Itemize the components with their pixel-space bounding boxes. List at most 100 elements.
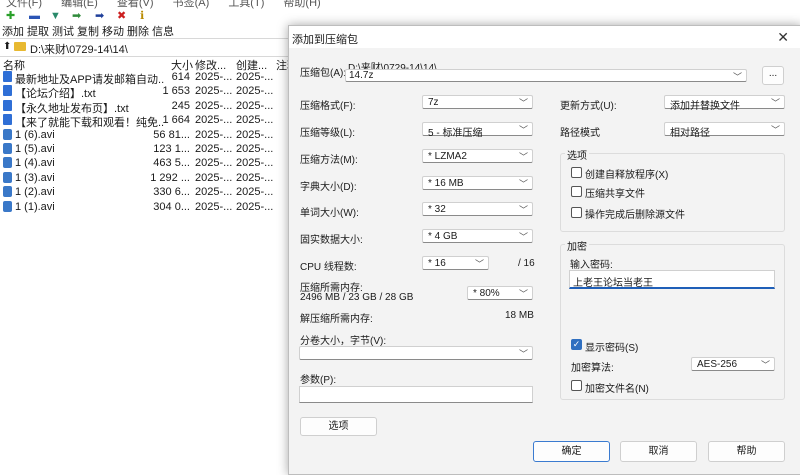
method-select[interactable]: * LZMA2 ﹀ [422, 149, 533, 163]
file-row[interactable]: 1 (4).avi 463 5... 2025-... 2025-... [0, 157, 300, 171]
delete-button[interactable]: 删除 [127, 26, 149, 38]
split-label: 分卷大小，字节(V): [300, 336, 387, 347]
file-row[interactable]: 最新地址及APP请发邮箱自动... 614 2025-... 2025-... [0, 71, 300, 86]
method-value: * LZMA2 [428, 151, 467, 162]
file-modified: 2025-... [195, 114, 233, 127]
file-row[interactable]: 1 (5).avi 123 1... 2025-... 2025-... [0, 143, 300, 157]
dict-select[interactable]: * 16 MB ﹀ [422, 176, 533, 190]
solid-value: * 4 GB [428, 231, 458, 242]
dict-label: 字典大小(D): [300, 182, 357, 193]
file-created: 2025-... [236, 143, 274, 155]
text-file-icon [3, 71, 12, 82]
delete-after-checkbox[interactable] [571, 207, 582, 218]
file-modified: 2025-... [195, 143, 233, 155]
file-created: 2025-... [236, 114, 274, 127]
format-value: 7z [428, 97, 439, 108]
file-created: 2025-... [236, 200, 274, 213]
help-button[interactable]: 帮助 [708, 441, 785, 462]
add-icon[interactable]: ✚ [6, 10, 15, 22]
file-row[interactable]: 1 (1).avi 304 0... 2025-... 2025-... [0, 200, 300, 215]
copy-icon[interactable]: ➡ [72, 10, 81, 22]
shared-checkbox[interactable] [571, 186, 582, 197]
test-button[interactable]: 测试 [52, 26, 74, 38]
solid-label: 固实数据大小: [300, 235, 363, 246]
file-row[interactable]: 【来了就能下载和观看！纯免... 1 664 2025-... 2025-... [0, 114, 300, 129]
path-field[interactable]: D:\来财\0729-14\14\ [30, 41, 128, 57]
update-select[interactable]: 添加并替换文件 ﹀ [664, 95, 785, 112]
extract-icon[interactable]: ▬ [29, 10, 40, 22]
add-button[interactable]: 添加 [2, 26, 24, 38]
pathmode-value: 相对路径 [670, 128, 710, 139]
file-modified: 2025-... [195, 71, 233, 83]
ok-button[interactable]: 确定 [533, 441, 610, 462]
info-button[interactable]: 信息 [152, 26, 174, 38]
chevron-down-icon: ﹀ [518, 98, 528, 108]
menu-view[interactable]: 查看(V) [117, 0, 154, 9]
menu-tools[interactable]: 工具(T) [228, 0, 264, 9]
file-row[interactable]: 【永久地址发布页】.txt 245 2025-... 2025-... [0, 99, 300, 115]
file-size: 245 [171, 99, 190, 112]
file-row[interactable]: 1 (2).avi 330 6... 2025-... 2025-... [0, 186, 300, 200]
toolbar-icons: ✚ ▬ ▼ ➡ ➡ ✖ ℹ [0, 10, 300, 24]
dialog-title: 添加到压缩包 [292, 34, 358, 46]
mem-percent-value: * 80% [473, 288, 500, 299]
file-name: 1 (1).avi [15, 200, 55, 213]
show-password-checkbox[interactable]: ✓ [571, 339, 582, 350]
chevron-down-icon: ﹀ [770, 125, 780, 135]
file-row[interactable]: 【论坛介绍】.txt 1 653 2025-... 2025-... [0, 85, 300, 100]
delete-icon[interactable]: ✖ [117, 10, 126, 22]
file-modified: 2025-... [195, 99, 233, 112]
dialog-titlebar: 添加到压缩包 ✕ [289, 26, 800, 48]
menu-edit[interactable]: 编辑(E) [61, 0, 98, 9]
up-arrow-icon[interactable]: ⬆ [3, 41, 11, 52]
video-file-icon [3, 186, 12, 198]
file-size: 1 664 [162, 114, 190, 127]
password-input[interactable]: 上老王论坛当老王 [569, 270, 775, 289]
file-modified: 2025-... [195, 186, 233, 199]
file-created: 2025-... [236, 128, 274, 141]
add-to-archive-dialog: 添加到压缩包 ✕ 压缩包(A): D:\来财\0729-14\14\ 14.7z… [288, 25, 800, 475]
chevron-down-icon: ﹀ [518, 152, 528, 162]
menu-help[interactable]: 帮助(H) [283, 0, 320, 9]
encrypt-names-checkbox[interactable] [571, 380, 582, 391]
browse-button[interactable]: ... [762, 66, 784, 85]
enc-method-value: AES-256 [697, 359, 738, 370]
params-input[interactable] [299, 386, 533, 403]
copy-button[interactable]: 复制 [77, 26, 99, 38]
file-row[interactable]: 1 (6).avi 56 81... 2025-... 2025-... [0, 128, 300, 143]
update-label: 更新方式(U): [560, 101, 617, 112]
toolbar: 添加 提取 测试 复制 移动 删除 信息 [2, 23, 177, 38]
cpu-select[interactable]: * 16 ﹀ [422, 256, 489, 270]
format-select[interactable]: 7z ﹀ [422, 95, 533, 109]
split-select[interactable]: ﹀ [299, 346, 533, 360]
info-icon[interactable]: ℹ [140, 10, 144, 22]
format-label: 压缩格式(F): [300, 101, 356, 112]
close-icon[interactable]: ✕ [777, 29, 789, 46]
move-icon[interactable]: ➡ [95, 10, 104, 22]
file-created: 2025-... [236, 186, 274, 199]
path-bar: ⬆ D:\来财\0729-14\14\ [0, 38, 300, 57]
word-select[interactable]: * 32 ﹀ [422, 202, 533, 216]
video-file-icon [3, 143, 12, 154]
level-label: 压缩等级(L): [300, 128, 355, 139]
solid-select[interactable]: * 4 GB ﹀ [422, 229, 533, 243]
move-button[interactable]: 移动 [102, 26, 124, 38]
extract-button[interactable]: 提取 [27, 26, 49, 38]
file-size: 304 0... [153, 200, 190, 213]
pathmode-select[interactable]: 相对路径 ﹀ [664, 122, 785, 139]
enc-method-select[interactable]: AES-256 ﹀ [691, 357, 775, 371]
file-row[interactable]: 1 (3).avi 1 292 ... 2025-... 2025-... [0, 171, 300, 186]
test-icon[interactable]: ▼ [50, 10, 61, 22]
menu-file[interactable]: 文件(F) [6, 0, 42, 9]
file-name: 1 (5).avi [15, 143, 55, 155]
file-created: 2025-... [236, 71, 274, 83]
archive-name-field[interactable]: 14.7z ﹀ [345, 69, 747, 82]
level-select[interactable]: 5 - 标准压缩 ﹀ [422, 122, 533, 139]
menu-bookmarks[interactable]: 书签(A) [173, 0, 210, 9]
mem-percent-select[interactable]: * 80% ﹀ [467, 286, 533, 300]
sfx-checkbox[interactable] [571, 167, 582, 178]
options-button[interactable]: 选项 [300, 417, 377, 436]
cancel-button[interactable]: 取消 [620, 441, 697, 462]
file-size: 1 653 [162, 85, 190, 98]
file-size: 123 1... [153, 143, 190, 155]
